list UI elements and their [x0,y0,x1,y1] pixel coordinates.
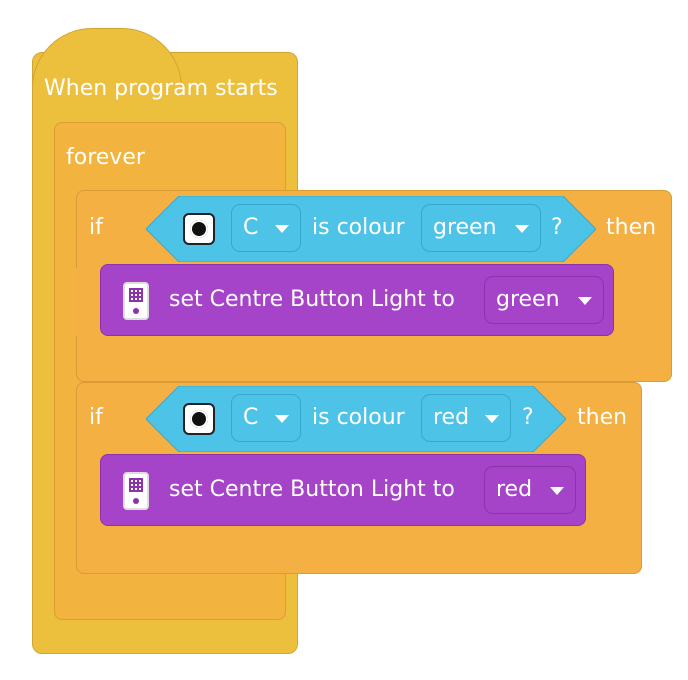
port-dropdown-1[interactable]: C [231,204,301,252]
chevron-down-icon [578,297,592,305]
hub-light-grid [129,478,143,492]
light-colour-dropdown-1-value: green [496,287,560,312]
chevron-down-icon [515,225,529,233]
hub-light-icon [123,472,149,510]
port-dropdown-1-value: C [243,215,259,240]
colour-sensor-icon [183,213,215,245]
colour-sensor-icon [183,403,215,435]
light-colour-dropdown-1[interactable]: green [484,276,604,324]
set-light-1-text: set Centre Button Light to [169,287,455,312]
if-block-1-inner-gap [76,268,100,336]
light-colour-dropdown-2[interactable]: red [484,466,576,514]
chevron-down-icon [275,225,289,233]
condition-2-question: ? [522,405,534,430]
colour-dropdown-2[interactable]: red [421,394,511,442]
if-block-2-if-label: if [89,405,103,430]
hub-light-button [133,498,139,504]
if-block-2-then-label: then [577,405,628,430]
set-light-2-text: set Centre Button Light to [169,477,455,502]
light-colour-dropdown-2-value: red [496,477,533,502]
chevron-down-icon [485,415,499,423]
if-block-1-if-label: if [89,215,103,240]
colour-dropdown-2-value: red [433,405,470,430]
condition-1-text: is colour [312,215,405,240]
chevron-down-icon [550,487,564,495]
colour-dropdown-1-value: green [433,215,497,240]
hub-light-icon [123,282,149,320]
hub-light-grid [129,288,143,302]
event-block-label: When program starts [44,76,278,101]
hub-light-button [133,308,139,314]
chevron-down-icon [275,415,289,423]
condition-2-text: is colour [312,405,405,430]
port-dropdown-2[interactable]: C [231,394,301,442]
if-block-1-then-label: then [606,215,657,240]
port-dropdown-2-value: C [243,405,259,430]
colour-dropdown-1[interactable]: green [421,204,541,252]
forever-block-label: forever [66,145,145,170]
condition-1-question: ? [551,215,563,240]
